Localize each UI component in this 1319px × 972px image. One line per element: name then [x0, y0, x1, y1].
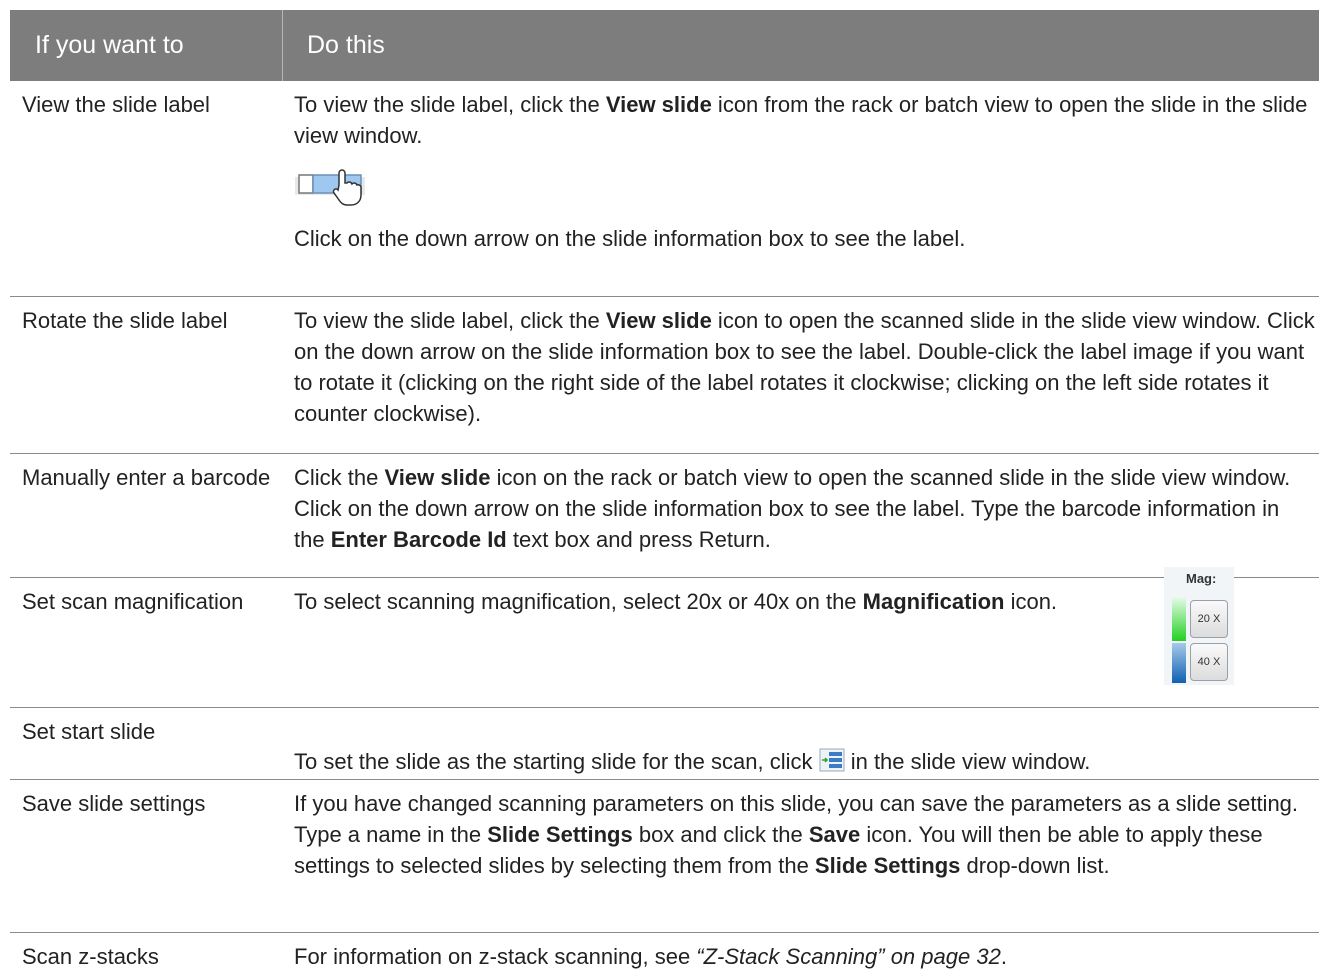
table-row: View the slide label To view the slide l…: [10, 81, 1319, 297]
row-instructions: To view the slide label, click the View …: [283, 297, 1319, 453]
row-action: Save slide settings: [22, 791, 206, 816]
text: Click the: [294, 465, 385, 490]
text: To select scanning magnification, select…: [294, 589, 863, 614]
row-instructions: If you have changed scanning parameters …: [283, 780, 1319, 932]
header-col-action: If you want to: [10, 10, 283, 81]
table-row: Set scan magnification To select scannin…: [10, 578, 1319, 708]
mag-40x-button[interactable]: 40 X: [1190, 643, 1228, 681]
text: To view the slide label, click the: [294, 308, 606, 333]
ui-term: Save: [808, 822, 861, 847]
text: text box and press Return.: [506, 527, 771, 552]
table-row: Set start slide To set the slide as the …: [10, 708, 1319, 780]
text: in the slide view window.: [844, 749, 1091, 774]
row-action: Set scan magnification: [22, 589, 244, 614]
text: Click on the down arrow on the slide inf…: [294, 226, 966, 251]
table-row: Save slide settings If you have changed …: [10, 780, 1319, 933]
row-instructions: For information on z-stack scanning, see…: [283, 933, 1319, 969]
cross-reference-link[interactable]: “Z-Stack Scanning” on page 32: [696, 944, 1001, 969]
row-action: Scan z-stacks: [22, 944, 159, 969]
table-header: If you want to Do this: [10, 10, 1319, 81]
row-action: View the slide label: [22, 92, 210, 117]
mag-20x-button[interactable]: 20 X: [1190, 600, 1228, 638]
ui-term: View slide: [605, 308, 712, 333]
magnification-indicator-green: [1172, 597, 1186, 641]
text: box and click the: [632, 822, 809, 847]
magnification-widget: Mag: 20 X 40 X: [1164, 567, 1234, 685]
magnification-indicator-blue: [1172, 643, 1186, 683]
view-slide-icon: [295, 169, 365, 206]
ui-term: Slide Settings: [487, 822, 633, 847]
instructions-table: If you want to Do this View the slide la…: [10, 10, 1319, 969]
text: icon.: [1004, 589, 1058, 614]
text: drop-down list.: [960, 853, 1110, 878]
row-action: Rotate the slide label: [22, 308, 228, 333]
ui-term: View slide: [605, 92, 712, 117]
row-instructions: To view the slide label, click the View …: [283, 81, 1319, 296]
row-instructions: Click the View slide icon on the rack or…: [283, 454, 1319, 577]
row-instructions: To set the slide as the starting slide f…: [283, 708, 1319, 779]
start-slide-icon: [819, 748, 845, 772]
text: .: [1000, 944, 1007, 969]
ui-term: Slide Settings: [814, 853, 961, 878]
text: To set the slide as the starting slide f…: [294, 749, 819, 774]
table-row: Rotate the slide label To view the slide…: [10, 297, 1319, 454]
ui-term: Magnification: [862, 589, 1005, 614]
table-row: Scan z-stacks For information on z-stack…: [10, 933, 1319, 969]
ui-term: Enter Barcode Id: [330, 527, 507, 552]
row-action: Set start slide: [22, 719, 156, 744]
row-action: Manually enter a barcode: [22, 465, 271, 490]
ui-term: View slide: [384, 465, 491, 490]
magnification-title: Mag:: [1186, 571, 1217, 586]
text: For information on z-stack scanning, see: [294, 944, 697, 969]
table-row: Manually enter a barcode Click the View …: [10, 454, 1319, 578]
text: To view the slide label, click the: [294, 92, 606, 117]
header-col-instructions: Do this: [307, 31, 385, 59]
